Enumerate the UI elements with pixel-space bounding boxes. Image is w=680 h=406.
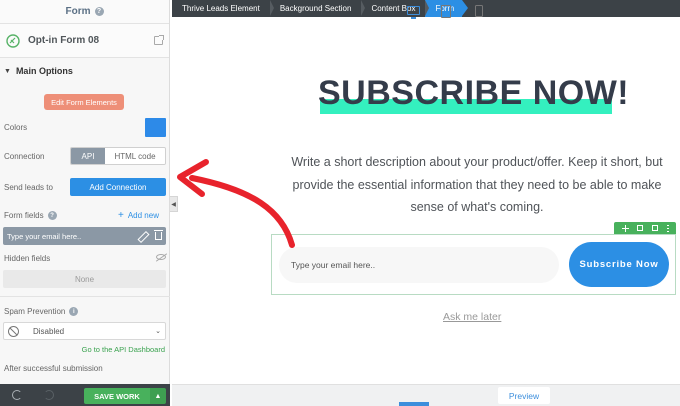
subscribe-button[interactable]: Subscribe Now [569, 242, 669, 287]
breadcrumb-separator [462, 0, 469, 16]
optin-form[interactable]: Type your email here.. Subscribe Now [271, 234, 676, 295]
breadcrumb-separator [425, 0, 430, 16]
red-arrow-annotation [177, 159, 295, 248]
connection-html-option[interactable]: HTML code [105, 148, 165, 164]
sidebar-title: Form [65, 6, 91, 17]
save-options-caret-icon[interactable]: ▲ [150, 388, 166, 404]
move-icon[interactable] [621, 224, 629, 232]
form-field-item[interactable]: Type your email here.. [3, 227, 166, 245]
eye-slash-icon[interactable] [156, 254, 166, 260]
leaf-icon [6, 33, 20, 48]
duplicate-icon[interactable] [636, 225, 643, 231]
connection-api-option[interactable]: API [71, 148, 105, 164]
breadcrumb-label: Thrive Leads Element [182, 4, 260, 13]
hidden-fields-none: None [3, 270, 166, 288]
plus-icon: + [118, 210, 124, 221]
add-new-label: Add new [127, 211, 159, 220]
ban-icon [8, 325, 19, 337]
element-toolbar [614, 222, 676, 234]
spam-prevention-label: Spam Prevention [4, 307, 66, 316]
tablet-icon[interactable] [441, 5, 451, 18]
main-options-title: Main Options [15, 66, 73, 76]
info-icon[interactable]: ? [47, 211, 57, 221]
redo-icon[interactable] [44, 390, 54, 400]
save-work-button[interactable]: SAVE WORK [84, 388, 150, 404]
form-field-label: Type your email here.. [7, 231, 82, 241]
color-swatch[interactable] [145, 118, 166, 137]
trash-icon[interactable] [154, 230, 163, 240]
headline: SUBSCRIBE NOW! [318, 74, 630, 112]
edit-form-elements-button[interactable]: Edit Form Elements [44, 94, 124, 110]
connection-label: Connection [4, 152, 45, 161]
add-new-field-button[interactable]: + Add new [118, 210, 159, 221]
email-input[interactable]: Type your email here.. [279, 247, 559, 283]
headline-block[interactable]: SUBSCRIBE NOW! [318, 74, 630, 122]
main-options-toggle[interactable]: ▼ Main Options [0, 58, 169, 84]
breadcrumb-item[interactable]: Thrive Leads Element [172, 0, 274, 17]
spam-prevention-header: Spam Prevention i [4, 307, 79, 317]
undo-icon[interactable] [12, 390, 22, 400]
desktop-icon[interactable] [407, 6, 420, 19]
breadcrumb: Thrive Leads Element Background Section … [172, 0, 680, 17]
after-submission-label: After successful submission [4, 364, 103, 373]
caret-down-icon: ▼ [4, 67, 11, 75]
breadcrumb-item[interactable]: Background Section [270, 0, 366, 17]
more-options-icon[interactable] [666, 224, 669, 232]
mobile-icon[interactable] [475, 5, 483, 17]
send-leads-label: Send leads to [4, 183, 53, 192]
breadcrumb-separator [361, 0, 366, 16]
spam-prevention-value: Disabled [33, 326, 65, 336]
ask-me-later-link[interactable]: Ask me later [443, 311, 501, 323]
breadcrumb-label: Background Section [279, 4, 352, 13]
preview-button[interactable]: Preview [498, 387, 550, 404]
connection-toggle: API HTML code [70, 147, 166, 165]
element-name: Opt-in Form 08 [28, 35, 100, 46]
form-fields-header: Form fields? [4, 211, 57, 221]
info-icon[interactable]: i [69, 307, 79, 317]
sidebar-bottom-bar: SAVE WORK ▲ [0, 384, 170, 406]
sidebar-divider [0, 296, 170, 297]
sidebar-header: Form ? [0, 0, 169, 24]
hidden-fields-label: Hidden fields [4, 254, 51, 263]
pencil-icon[interactable] [138, 232, 147, 241]
add-connection-button[interactable]: Add Connection [70, 178, 166, 196]
description-text[interactable]: Write a short description about your pro… [278, 151, 676, 219]
chevron-down-icon: ⌄ [155, 328, 161, 335]
api-dashboard-link[interactable]: Go to the API Dashboard [82, 345, 165, 354]
sidebar-panel: Form ? Opt-in Form 08 ▼ Main Options Edi… [0, 0, 170, 406]
breadcrumb-separator [269, 0, 274, 16]
delete-icon[interactable] [651, 225, 658, 231]
active-device-indicator [399, 402, 429, 406]
colors-label: Colors [4, 123, 28, 132]
spam-prevention-select[interactable]: Disabled ⌄ [3, 322, 166, 340]
external-link-icon[interactable] [154, 35, 164, 45]
form-fields-label: Form fields [4, 211, 44, 220]
element-row[interactable]: Opt-in Form 08 [0, 24, 169, 58]
help-icon[interactable]: ? [94, 7, 104, 16]
